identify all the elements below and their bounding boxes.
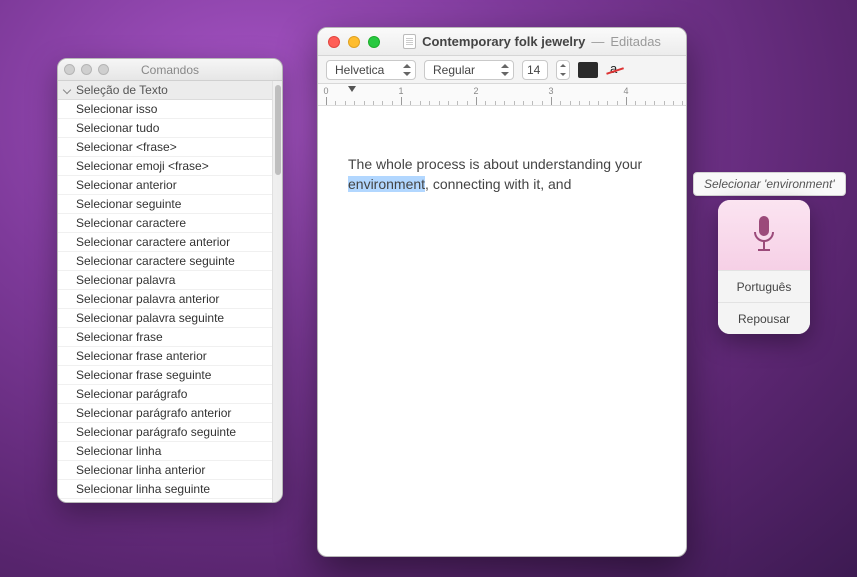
document-title: Contemporary folk jewelry <box>422 34 585 49</box>
scrollbar-thumb[interactable] <box>275 85 281 175</box>
ruler-label: 1 <box>398 86 403 96</box>
command-item[interactable]: Selecionar linha seguinte <box>58 480 272 499</box>
strike-color-icon[interactable] <box>606 62 624 78</box>
commands-section-label: Seleção de Texto <box>76 83 168 97</box>
dictation-rest-label: Repousar <box>738 312 790 326</box>
minimize-icon[interactable] <box>348 36 360 48</box>
traffic-lights <box>328 36 380 48</box>
commands-window-title: Comandos <box>58 63 282 77</box>
command-item[interactable]: Selecionar parágrafo seguinte <box>58 423 272 442</box>
document-content[interactable]: The whole process is about understanding… <box>318 106 686 556</box>
close-icon[interactable] <box>328 36 340 48</box>
selected-text: environment <box>348 176 425 192</box>
dictation-language-button[interactable]: Português <box>718 270 810 302</box>
tab-stop-icon[interactable] <box>348 86 356 92</box>
document-subtitle: Editadas <box>610 34 661 49</box>
document-subtitle-sep: — <box>591 34 604 49</box>
font-size-field[interactable]: 14 <box>522 60 548 80</box>
ruler-label: 3 <box>548 86 553 96</box>
textedit-titlebar[interactable]: Contemporary folk jewelry — Editadas <box>318 28 686 56</box>
command-item[interactable]: Selecionar palavra anterior <box>58 290 272 309</box>
commands-section-header[interactable]: Seleção de Texto <box>58 81 272 100</box>
command-item[interactable]: Selecionar <contagem> caracte… <box>58 499 272 502</box>
text-before: The whole process is about understanding… <box>348 156 642 172</box>
command-item[interactable]: Selecionar <frase> <box>58 138 272 157</box>
document-icon <box>403 34 416 49</box>
command-item[interactable]: Selecionar caractere seguinte <box>58 252 272 271</box>
command-item[interactable]: Selecionar linha <box>58 442 272 461</box>
zoom-icon[interactable] <box>368 36 380 48</box>
ruler-label: 0 <box>323 86 328 96</box>
ruler[interactable]: 0 1 2 3 4 <box>318 84 686 106</box>
command-item[interactable]: Selecionar parágrafo <box>58 385 272 404</box>
text-after: , connecting with it, and <box>425 176 571 192</box>
font-size-value: 14 <box>527 63 540 77</box>
microphone-icon <box>749 214 779 256</box>
commands-list: Seleção de Texto Selecionar issoSelecion… <box>58 81 272 502</box>
document-title-area[interactable]: Contemporary folk jewelry — Editadas <box>388 34 676 49</box>
command-item[interactable]: Selecionar caractere anterior <box>58 233 272 252</box>
dictation-feedback-tooltip: Selecionar 'environment' <box>693 172 846 196</box>
command-item[interactable]: Selecionar frase anterior <box>58 347 272 366</box>
font-family-select[interactable]: Helvetica <box>326 60 416 80</box>
command-item[interactable]: Selecionar seguinte <box>58 195 272 214</box>
dictation-panel: Português Repousar <box>718 200 810 334</box>
font-style-select[interactable]: Regular <box>424 60 514 80</box>
ruler-label: 4 <box>623 86 628 96</box>
command-item[interactable]: Selecionar palavra seguinte <box>58 309 272 328</box>
tooltip-text: Selecionar 'environment' <box>704 177 835 191</box>
dictation-rest-button[interactable]: Repousar <box>718 302 810 334</box>
commands-titlebar[interactable]: Comandos <box>58 59 282 81</box>
chevron-down-icon <box>62 85 72 95</box>
command-item[interactable]: Selecionar emoji <frase> <box>58 157 272 176</box>
command-item[interactable]: Selecionar frase seguinte <box>58 366 272 385</box>
font-family-value: Helvetica <box>335 63 384 77</box>
command-item[interactable]: Selecionar frase <box>58 328 272 347</box>
text-color-swatch[interactable] <box>578 62 598 78</box>
dictation-language-label: Português <box>737 280 792 294</box>
commands-window: Comandos Seleção de Texto Selecionar iss… <box>57 58 283 503</box>
font-size-stepper[interactable] <box>556 60 570 80</box>
command-item[interactable]: Selecionar parágrafo anterior <box>58 404 272 423</box>
format-toolbar: Helvetica Regular 14 <box>318 56 686 84</box>
scrollbar[interactable] <box>272 81 282 502</box>
command-item[interactable]: Selecionar linha anterior <box>58 461 272 480</box>
command-item[interactable]: Selecionar caractere <box>58 214 272 233</box>
command-item[interactable]: Selecionar palavra <box>58 271 272 290</box>
microphone-area[interactable] <box>718 200 810 270</box>
ruler-label: 2 <box>473 86 478 96</box>
textedit-window: Contemporary folk jewelry — Editadas Hel… <box>317 27 687 557</box>
commands-body: Seleção de Texto Selecionar issoSelecion… <box>58 81 282 502</box>
command-item[interactable]: Selecionar anterior <box>58 176 272 195</box>
command-item[interactable]: Selecionar tudo <box>58 119 272 138</box>
command-item[interactable]: Selecionar isso <box>58 100 272 119</box>
font-style-value: Regular <box>433 63 475 77</box>
updown-icon <box>501 64 509 76</box>
updown-icon <box>403 64 411 76</box>
